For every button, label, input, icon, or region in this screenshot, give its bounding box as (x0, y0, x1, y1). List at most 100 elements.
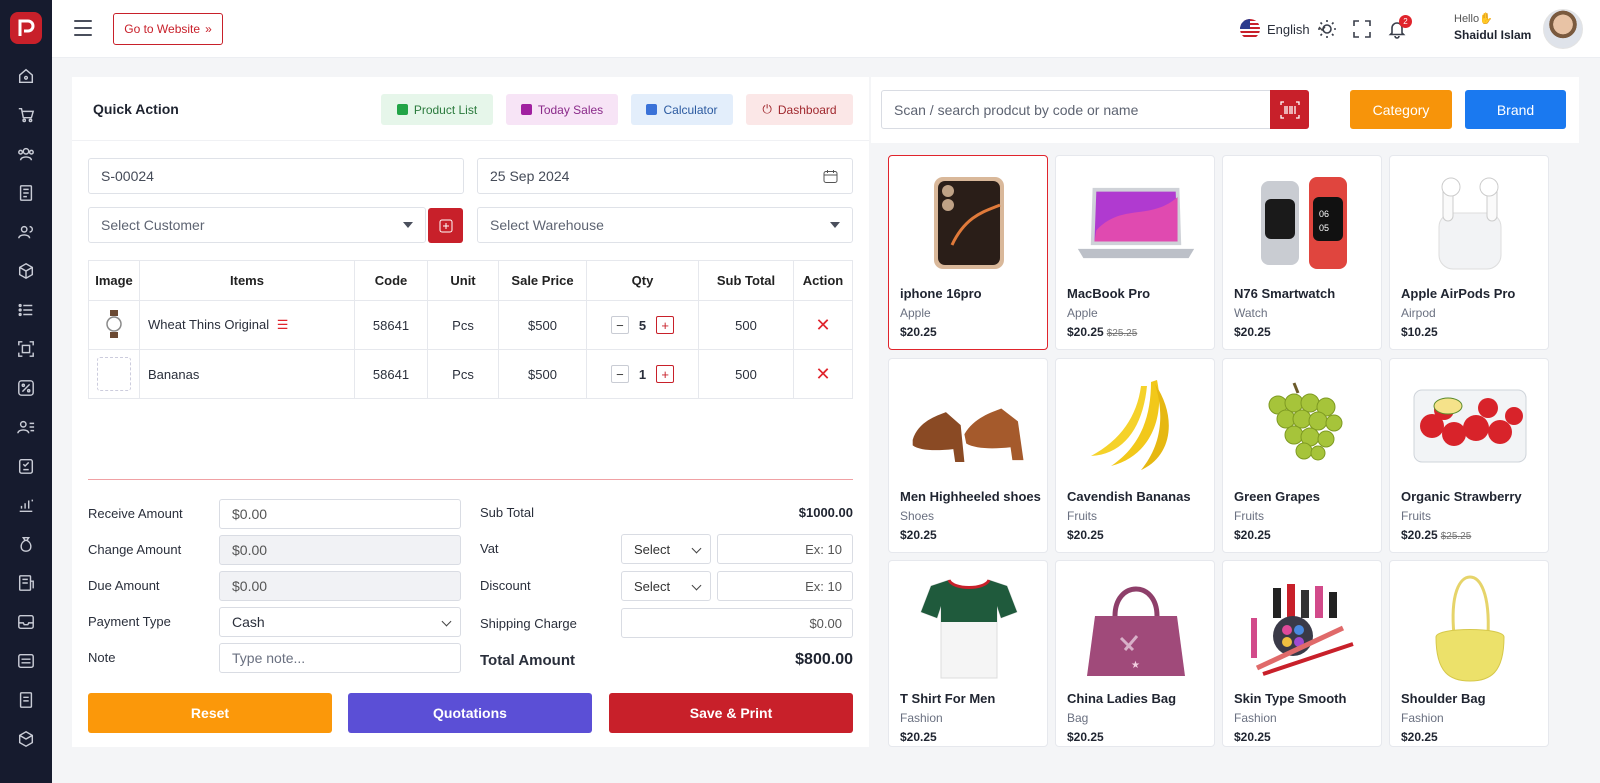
money-bag-icon[interactable] (16, 534, 36, 554)
svg-text:06: 06 (1319, 209, 1329, 219)
invoice-icon[interactable] (16, 183, 36, 203)
product-search-input[interactable]: Scan / search prodcut by code or name (881, 90, 1308, 129)
qty-decrease-button[interactable]: − (610, 316, 629, 334)
product-card[interactable]: Men Highheeled shoes Shoes $20.25 (888, 358, 1048, 553)
chevron-down-icon (691, 543, 702, 554)
note-textarea[interactable]: Type note... (219, 643, 461, 673)
payment-type-select[interactable]: Cash (219, 607, 461, 637)
price-value: $20.25 (1234, 730, 1271, 744)
remove-item-icon[interactable]: ✕ (815, 315, 830, 335)
barcode-icon (1279, 100, 1300, 119)
calendar-icon[interactable] (823, 169, 838, 184)
qty-value[interactable]: 1 (639, 367, 646, 382)
brand-button[interactable]: Brand (1465, 90, 1566, 129)
cart-item-unit: Pcs (427, 349, 499, 399)
calculator-button[interactable]: Calculator (631, 94, 733, 125)
report-icon[interactable] (16, 573, 36, 593)
receipt-icon (520, 104, 532, 115)
reset-button[interactable]: Reset (88, 693, 332, 733)
product-category: Bag (1067, 711, 1089, 725)
product-card[interactable]: 06 05 N76 Smartwatch Watch $20.25 (1222, 155, 1382, 350)
quotations-button[interactable]: Quotations (348, 693, 592, 733)
language-selector[interactable]: English (1240, 18, 1327, 40)
qty-value[interactable]: 5 (639, 318, 646, 333)
home-icon[interactable] (16, 66, 36, 86)
warehouse-select[interactable]: Select Warehouse (477, 207, 853, 243)
product-card[interactable]: iphone 16pro Apple $20.25 (888, 155, 1048, 350)
document-icon[interactable] (16, 690, 36, 710)
product-card[interactable]: Cavendish Bananas Fruits $20.25 (1055, 358, 1215, 553)
double-chevron-right-icon: » (205, 22, 212, 36)
product-name: MacBook Pro (1067, 286, 1151, 301)
user-list-icon[interactable] (16, 417, 36, 437)
discount-icon[interactable] (16, 378, 36, 398)
calculator-label: Calculator (663, 102, 718, 117)
qty-decrease-button[interactable]: − (610, 365, 629, 383)
vat-input[interactable]: Ex: 10 (717, 534, 853, 564)
price-value: $20.25 (1067, 528, 1104, 542)
product-price: $20.25 (1234, 528, 1271, 542)
theme-toggle-icon[interactable] (1317, 19, 1337, 39)
inbox-icon[interactable] (16, 612, 36, 632)
due-amount-input: $0.00 (219, 571, 461, 601)
product-name: Organic Strawberry (1401, 489, 1522, 504)
app-logo[interactable] (10, 12, 42, 44)
product-card[interactable]: ★ China Ladies Bag Bag $20.25 (1055, 560, 1215, 747)
discount-input[interactable]: Ex: 10 (717, 571, 853, 601)
product-card[interactable]: Skin Type Smooth Fashion $20.25 (1222, 560, 1382, 747)
cart-item-qty: − 1 + (586, 349, 699, 399)
avatar[interactable] (1543, 9, 1583, 49)
total-amount-value: $800.00 (795, 651, 853, 668)
product-price: $20.25 $25.25 (1401, 528, 1471, 542)
shoes-image (909, 371, 1029, 481)
notification-bell-icon[interactable]: 2 (1387, 15, 1412, 39)
settings-list-icon[interactable] (16, 651, 36, 671)
users-icon[interactable] (16, 144, 36, 164)
cart-icon[interactable] (16, 105, 36, 125)
user-name[interactable]: Shaidul Islam (1454, 28, 1531, 42)
discount-type-value: Select (634, 578, 671, 594)
date-field[interactable]: 25 Sep 2024 (477, 158, 853, 194)
today-sales-button[interactable]: Today Sales (506, 94, 618, 125)
scan-icon[interactable] (16, 339, 36, 359)
customers-icon[interactable] (16, 222, 36, 242)
product-card[interactable]: Organic Strawberry Fruits $20.25 $25.25 (1389, 358, 1549, 553)
qty-increase-button[interactable]: + (656, 316, 675, 334)
menu-toggle-icon[interactable] (74, 20, 92, 36)
product-name: Cavendish Bananas (1067, 489, 1191, 504)
barcode-scan-button[interactable] (1270, 90, 1309, 129)
box-icon[interactable] (16, 261, 36, 281)
date-value: 25 Sep 2024 (490, 168, 570, 184)
list-icon[interactable] (16, 300, 36, 320)
product-card[interactable]: MacBook Pro Apple $20.25 $25.25 (1055, 155, 1215, 350)
product-list-button[interactable]: Product List (381, 94, 493, 125)
package-icon[interactable] (16, 729, 36, 749)
vat-type-select[interactable]: Select (621, 534, 711, 564)
add-customer-button[interactable] (428, 208, 463, 243)
receive-amount-input[interactable]: $0.00 (219, 499, 461, 529)
product-card[interactable]: Shoulder Bag Fashion $20.25 (1389, 560, 1549, 747)
qty-increase-button[interactable]: + (656, 365, 675, 383)
fullscreen-icon[interactable] (1352, 19, 1372, 39)
remove-item-icon[interactable]: ✕ (815, 364, 830, 384)
product-name: iphone 16pro (900, 286, 982, 301)
product-card[interactable]: T Shirt For Men Fashion $20.25 (888, 560, 1048, 747)
shipping-charge-input[interactable]: $0.00 (621, 608, 853, 638)
go-to-website-button[interactable]: Go to Website » (113, 13, 223, 45)
clipboard-icon[interactable] (16, 456, 36, 476)
column-header-sub-total: Sub Total (698, 260, 794, 301)
discount-type-select[interactable]: Select (621, 571, 711, 601)
product-category: Fashion (900, 711, 943, 725)
item-details-icon[interactable]: ☰ (277, 317, 289, 332)
dashboard-button[interactable]: ⏻ Dashboard (746, 94, 853, 125)
cart-item-price: $500 (498, 349, 587, 399)
chart-icon[interactable] (16, 495, 36, 515)
category-button[interactable]: Category (1350, 90, 1452, 129)
save-print-button[interactable]: Save & Print (609, 693, 853, 733)
power-icon: ⏻ (762, 102, 772, 116)
product-card[interactable]: Apple AirPods Pro Airpod $10.25 (1389, 155, 1549, 350)
customer-select[interactable]: Select Customer (88, 207, 426, 243)
invoice-number-field[interactable]: S-00024 (88, 158, 464, 194)
product-card[interactable]: Green Grapes Fruits $20.25 (1222, 358, 1382, 553)
macbook-image (1076, 168, 1196, 278)
